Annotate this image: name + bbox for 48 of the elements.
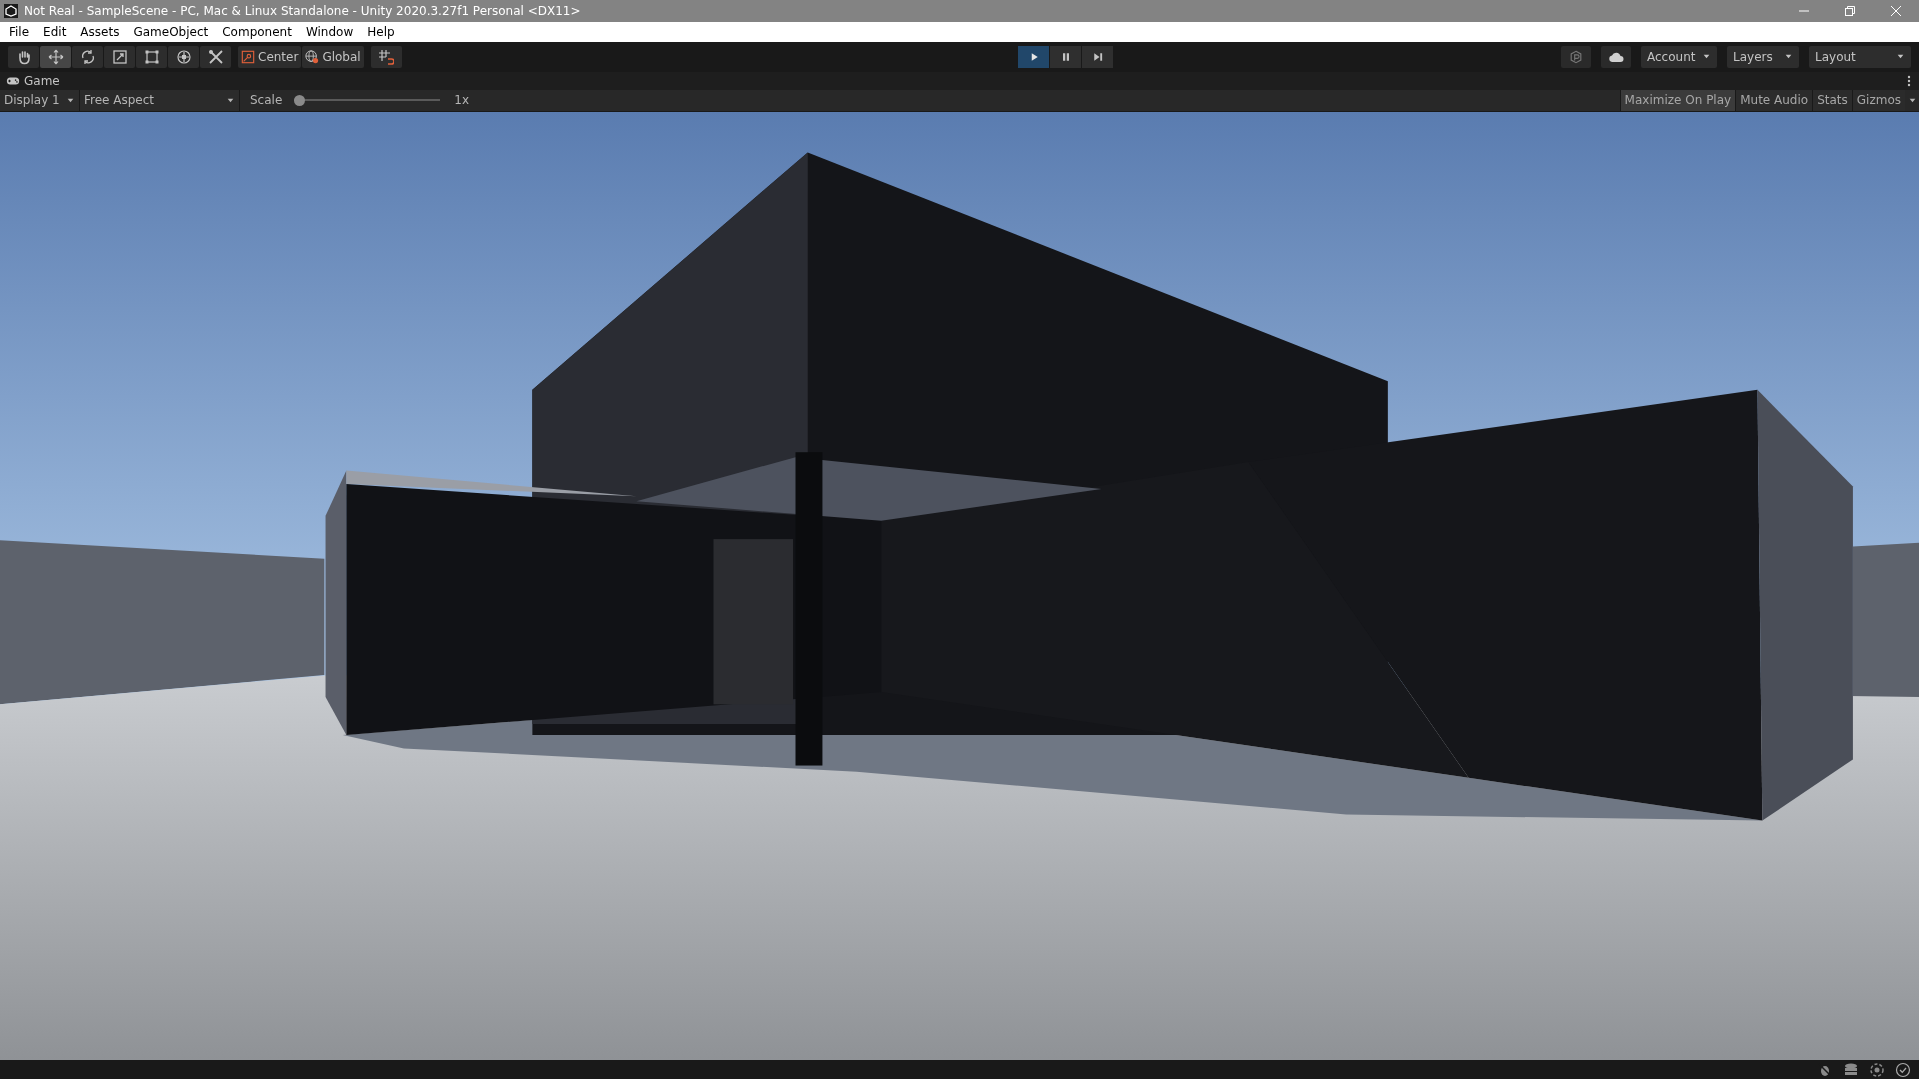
close-icon xyxy=(1890,5,1902,17)
rect-tool-button[interactable] xyxy=(136,45,167,68)
grid-snap-button[interactable] xyxy=(370,45,402,68)
pause-button[interactable] xyxy=(1050,45,1081,68)
collab-button[interactable] xyxy=(1561,45,1591,68)
crosshair-icon xyxy=(175,48,192,65)
game-tab[interactable]: Game xyxy=(6,73,60,88)
hand-tool-button[interactable] xyxy=(8,45,39,68)
window-title: Not Real - SampleScene - PC, Mac & Linux Standalone - Unity 2020.3.27f1 Personal <DX11> xyxy=(24,4,582,18)
step-icon xyxy=(1091,50,1104,63)
rotate-tool-button[interactable] xyxy=(72,45,103,68)
cloud-button[interactable] xyxy=(1601,45,1631,68)
resize-icon xyxy=(111,48,128,65)
scale-label: Scale xyxy=(250,93,283,108)
dropdown[interactable]: Layers xyxy=(1727,45,1799,68)
menu-item[interactable]: Component xyxy=(215,24,299,39)
step-button[interactable] xyxy=(1082,45,1113,68)
globe-icon xyxy=(305,49,320,64)
restore-icon xyxy=(1844,5,1856,17)
database-icon[interactable] xyxy=(1843,1061,1859,1078)
menu-item[interactable]: File xyxy=(2,24,37,39)
rotate-arrows-icon xyxy=(79,48,96,65)
pivot-mode-button[interactable]: Center xyxy=(238,45,302,68)
app-logo-icon xyxy=(4,4,18,18)
move-arrows-icon xyxy=(47,48,64,65)
move-tool-button[interactable] xyxy=(40,45,71,68)
grid-snap-icon xyxy=(378,48,395,65)
menu-item[interactable]: Help xyxy=(360,24,402,39)
menu-item[interactable]: Window xyxy=(298,24,361,39)
menu-item[interactable]: Edit xyxy=(36,24,74,39)
rect-handles-icon xyxy=(143,48,160,65)
checkmark-circle-icon[interactable] xyxy=(1895,1061,1911,1078)
play-button[interactable] xyxy=(1018,45,1049,68)
hexagon-icon xyxy=(1569,49,1583,64)
scale-tool-button[interactable] xyxy=(104,45,135,68)
more-options-icon[interactable] xyxy=(1907,74,1911,87)
pivot-rotation-button[interactable]: Global xyxy=(302,45,364,68)
slider-thumb[interactable] xyxy=(294,94,306,106)
crossed-tools-icon xyxy=(207,48,224,65)
custom-tool-button[interactable] xyxy=(200,45,231,68)
dropdown[interactable]: Layout xyxy=(1809,45,1911,68)
toggle-button[interactable]: Maximize On Play xyxy=(1619,89,1736,111)
dropdown[interactable]: Account xyxy=(1641,45,1717,68)
pivot-icon xyxy=(241,49,255,64)
scale-value: 1x xyxy=(454,93,470,108)
menu-item[interactable]: GameObject xyxy=(126,24,216,39)
transform-tool-button[interactable] xyxy=(168,45,199,68)
menu-item[interactable]: Assets xyxy=(73,24,127,39)
